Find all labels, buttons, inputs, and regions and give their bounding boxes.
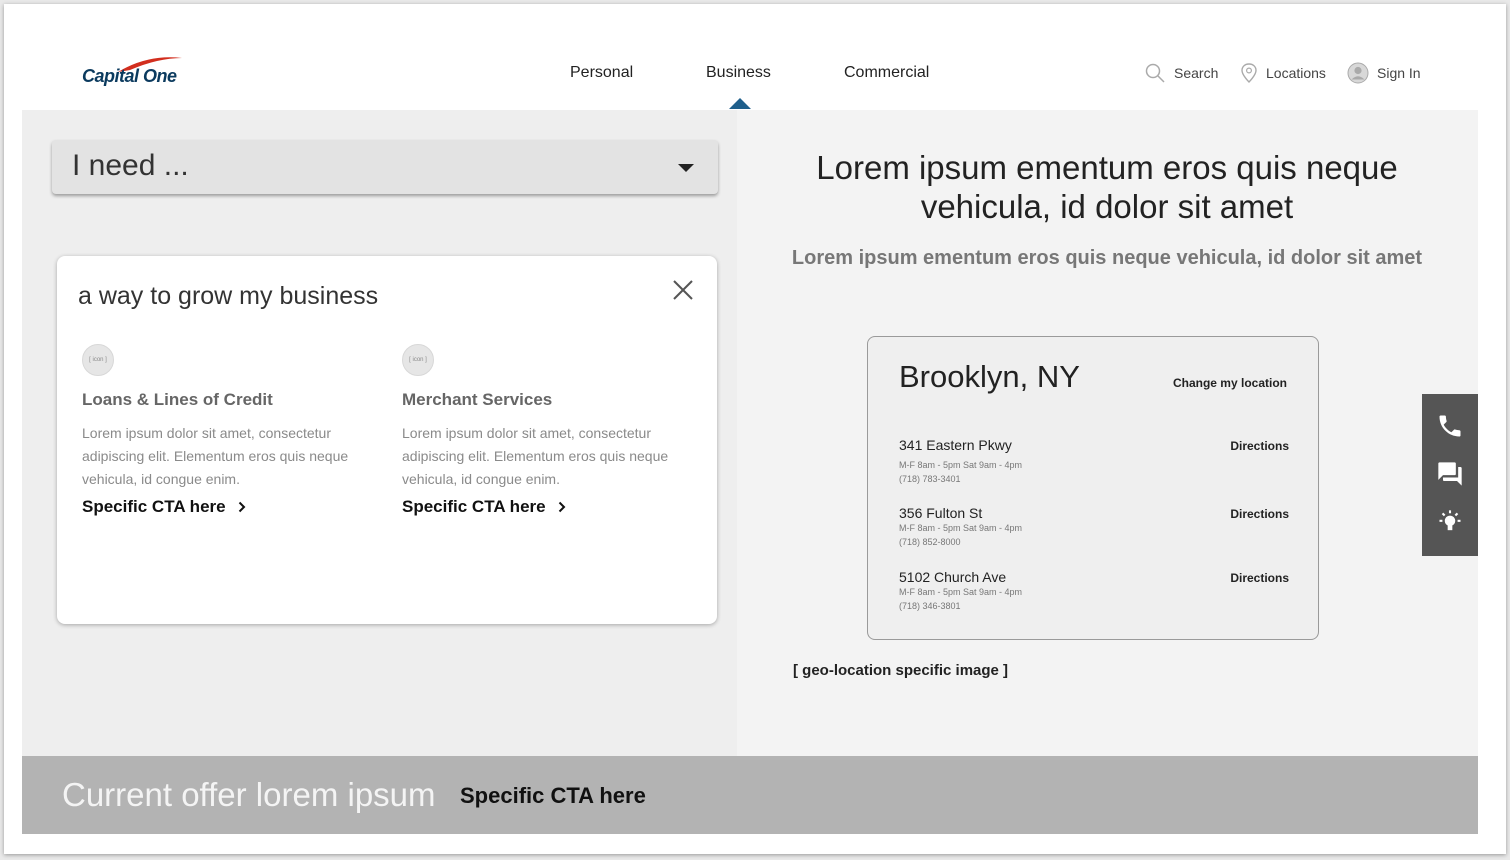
locations-label: Locations [1266, 65, 1326, 81]
hero-title: Lorem ipsum ementum eros quis neque vehi… [816, 149, 1398, 225]
chat-icon[interactable] [1436, 460, 1464, 488]
service-description: Lorem ipsum dolor sit amet, consectetur … [402, 425, 669, 487]
offer-cta-link[interactable]: Specific CTA here [460, 783, 646, 809]
business-need-card: a way to grow my business [ icon ] Loans… [57, 256, 717, 624]
service-merchant: [ icon ] Merchant Services Lorem ipsum d… [402, 344, 692, 517]
branch-row: 356 Fulton St M-F 8am - 5pm Sat 9am - 4p… [899, 505, 1289, 549]
search-label: Search [1174, 65, 1219, 81]
branch-phone: (718) 783-3401 [899, 474, 961, 484]
branch-hours: M-F 8am - 5pm Sat 9am - 4pm [899, 587, 1023, 597]
placeholder-icon: [ icon ] [402, 344, 434, 376]
service-cta-link[interactable]: Specific CTA here [402, 497, 692, 517]
right-panel: Lorem ipsum ementum eros quis neque vehi… [737, 110, 1478, 756]
change-location-link[interactable]: Change my location [1173, 376, 1287, 390]
branch-phone: (718) 346-3801 [899, 601, 961, 611]
sign-in-link[interactable]: Sign In [1347, 62, 1421, 84]
service-title: Merchant Services [402, 390, 553, 409]
directions-link[interactable]: Directions [1230, 439, 1289, 453]
search-link[interactable]: Search [1144, 62, 1218, 84]
search-icon [1145, 63, 1165, 83]
branch-hours: M-F 8am - 5pm Sat 9am - 4pm [899, 523, 1023, 533]
caret-down-icon [678, 164, 694, 172]
phone-icon[interactable] [1436, 412, 1464, 440]
nav-personal[interactable]: Personal [570, 64, 633, 82]
service-loans: [ icon ] Loans & Lines of Credit Lorem i… [82, 344, 372, 517]
branch-hours: M-F 8am - 5pm Sat 9am - 4pm [899, 460, 1023, 470]
service-cta-link[interactable]: Specific CTA here [82, 497, 372, 517]
location-city: Brooklyn, NY [899, 359, 1080, 394]
i-need-dropdown[interactable]: I need ... [52, 140, 718, 194]
service-cta-label: Specific CTA here [402, 497, 546, 516]
user-avatar-icon [1347, 62, 1369, 84]
branch-row: 341 Eastern Pkwy M-F 8am - 5pm Sat 9am -… [899, 437, 1289, 486]
hero-subtitle: Lorem ipsum ementum eros quis neque vehi… [791, 247, 1423, 269]
directions-link[interactable]: Directions [1230, 571, 1289, 585]
service-cta-label: Specific CTA here [82, 497, 226, 516]
branch-row: 5102 Church Ave M-F 8am - 5pm Sat 9am - … [899, 569, 1289, 613]
capital-one-logo[interactable]: Capital One [78, 52, 198, 98]
location-card: Brooklyn, NY Change my location 341 East… [867, 336, 1319, 640]
service-title: Loans & Lines of Credit [82, 390, 273, 409]
side-tools-bar [1422, 394, 1478, 556]
chevron-right-icon [558, 501, 566, 513]
left-panel: I need ... a way to grow my business [ i… [22, 110, 737, 756]
lightbulb-icon[interactable] [1436, 508, 1464, 536]
placeholder-icon: [ icon ] [82, 344, 114, 376]
page-frame: Capital One Personal Business Commercial… [4, 4, 1506, 854]
service-description: Lorem ipsum dolor sit amet, consectetur … [82, 425, 349, 487]
logo-text: Capital One [82, 66, 177, 86]
offer-bar: Current offer lorem ipsum Specific CTA h… [22, 756, 1478, 834]
close-icon[interactable] [671, 278, 695, 302]
directions-link[interactable]: Directions [1230, 507, 1289, 521]
active-nav-indicator [729, 98, 751, 109]
locations-link[interactable]: Locations [1240, 62, 1326, 84]
card-title: a way to grow my business [78, 282, 379, 310]
geo-image-caption: [ geo-location specific image ] [793, 662, 1009, 679]
sign-in-label: Sign In [1377, 65, 1421, 81]
i-need-dropdown-label: I need ... [72, 149, 189, 182]
nav-commercial[interactable]: Commercial [844, 64, 929, 82]
offer-text: Current offer lorem ipsum [62, 776, 436, 813]
location-pin-icon [1241, 63, 1257, 83]
nav-business[interactable]: Business [706, 64, 771, 82]
branch-phone: (718) 852-8000 [899, 537, 961, 547]
chevron-right-icon [238, 501, 246, 513]
